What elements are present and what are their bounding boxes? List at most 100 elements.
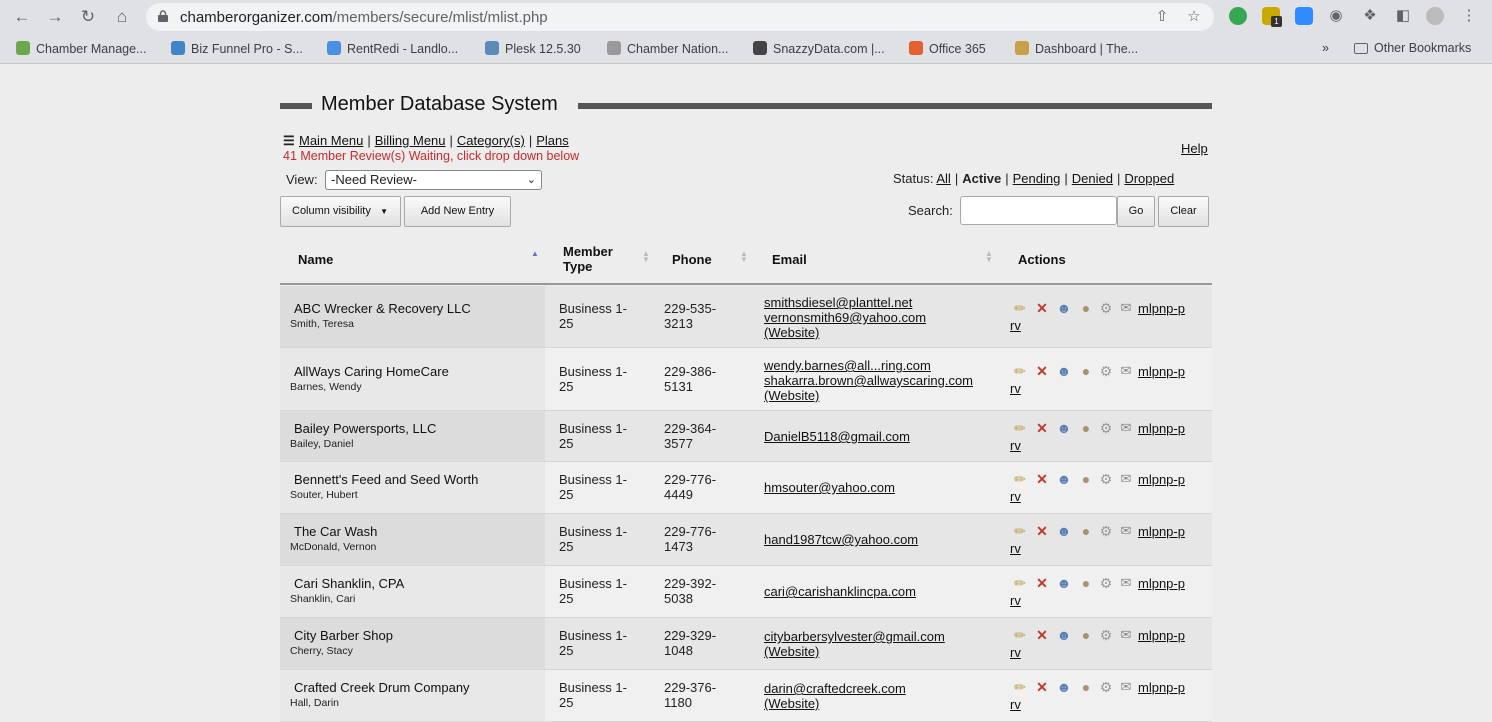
- delete-x-icon[interactable]: ✕: [1034, 679, 1050, 695]
- status-dropped[interactable]: Dropped: [1124, 171, 1174, 186]
- mlpnp-link[interactable]: mlpnp-p: [1138, 680, 1185, 695]
- gear-icon[interactable]: ⚙: [1098, 627, 1114, 643]
- status-all[interactable]: All: [936, 171, 950, 186]
- bookmark-item[interactable]: RentRedi - Landlo...: [327, 41, 458, 56]
- bookmark-star-icon[interactable]: ☆: [1185, 8, 1203, 26]
- rv-link[interactable]: rv: [1010, 541, 1021, 556]
- email-link[interactable]: vernonsmith69@yahoo.com: [764, 310, 926, 325]
- extension-notes-icon[interactable]: 1: [1262, 7, 1282, 27]
- bookmark-item[interactable]: Office 365: [909, 41, 986, 56]
- forward-arrow-icon[interactable]: →: [44, 6, 66, 28]
- nav-main-menu[interactable]: Main Menu: [299, 133, 363, 148]
- coins-icon[interactable]: ●: [1078, 523, 1094, 539]
- pencil-edit-icon[interactable]: ✏: [1012, 575, 1028, 591]
- envelope-icon[interactable]: ✉: [1118, 420, 1134, 436]
- other-bookmarks-folder[interactable]: Other Bookmarks: [1354, 41, 1471, 55]
- user-icon[interactable]: ☻: [1056, 363, 1072, 379]
- website-link[interactable]: (Website): [764, 696, 906, 711]
- add-new-entry-button[interactable]: Add New Entry: [404, 196, 511, 227]
- col-name[interactable]: Name ▲: [280, 235, 545, 283]
- user-icon[interactable]: ☻: [1056, 627, 1072, 643]
- nav-categories[interactable]: Category(s): [457, 133, 525, 148]
- view-select[interactable]: -Need Review- ⌄: [325, 170, 542, 190]
- delete-x-icon[interactable]: ✕: [1034, 575, 1050, 591]
- envelope-icon[interactable]: ✉: [1118, 575, 1134, 591]
- pencil-edit-icon[interactable]: ✏: [1012, 363, 1028, 379]
- user-icon[interactable]: ☻: [1056, 523, 1072, 539]
- delete-x-icon[interactable]: ✕: [1034, 420, 1050, 436]
- mlpnp-link[interactable]: mlpnp-p: [1138, 301, 1185, 316]
- delete-x-icon[interactable]: ✕: [1034, 363, 1050, 379]
- bookmark-item[interactable]: Biz Funnel Pro - S...: [171, 41, 303, 56]
- bookmark-item[interactable]: Plesk 12.5.30: [485, 41, 581, 56]
- pencil-edit-icon[interactable]: ✏: [1012, 679, 1028, 695]
- bookmark-item[interactable]: SnazzyData.com |...: [753, 41, 885, 56]
- coins-icon[interactable]: ●: [1078, 300, 1094, 316]
- envelope-icon[interactable]: ✉: [1118, 363, 1134, 379]
- help-link[interactable]: Help: [1181, 141, 1208, 156]
- rv-link[interactable]: rv: [1010, 489, 1021, 504]
- gear-icon[interactable]: ⚙: [1098, 523, 1114, 539]
- user-icon[interactable]: ☻: [1056, 575, 1072, 591]
- search-input[interactable]: [960, 196, 1117, 225]
- gear-icon[interactable]: ⚙: [1098, 300, 1114, 316]
- website-link[interactable]: (Website): [764, 644, 945, 659]
- envelope-icon[interactable]: ✉: [1118, 523, 1134, 539]
- rv-link[interactable]: rv: [1010, 438, 1021, 453]
- user-icon[interactable]: ☻: [1056, 300, 1072, 316]
- user-icon[interactable]: ☻: [1056, 679, 1072, 695]
- website-link[interactable]: (Website): [764, 388, 973, 403]
- status-active[interactable]: Active: [962, 171, 1001, 186]
- status-pending[interactable]: Pending: [1013, 171, 1061, 186]
- pencil-edit-icon[interactable]: ✏: [1012, 471, 1028, 487]
- share-icon[interactable]: ⇧: [1153, 8, 1171, 26]
- reload-icon[interactable]: ↻: [77, 6, 99, 28]
- status-denied[interactable]: Denied: [1072, 171, 1113, 186]
- mlpnp-link[interactable]: mlpnp-p: [1138, 472, 1185, 487]
- email-link[interactable]: darin@craftedcreek.com: [764, 681, 906, 696]
- gear-icon[interactable]: ⚙: [1098, 575, 1114, 591]
- bookmark-item[interactable]: Chamber Manage...: [16, 41, 146, 56]
- clear-button[interactable]: Clear: [1158, 196, 1209, 227]
- rv-link[interactable]: rv: [1010, 318, 1021, 333]
- gear-icon[interactable]: ⚙: [1098, 420, 1114, 436]
- email-link[interactable]: citybarbersylvester@gmail.com: [764, 629, 945, 644]
- rv-link[interactable]: rv: [1010, 593, 1021, 608]
- envelope-icon[interactable]: ✉: [1118, 471, 1134, 487]
- email-link[interactable]: smithsdiesel@planttel.net: [764, 295, 926, 310]
- bookmark-item[interactable]: Dashboard | The...: [1015, 41, 1138, 56]
- envelope-icon[interactable]: ✉: [1118, 300, 1134, 316]
- coins-icon[interactable]: ●: [1078, 679, 1094, 695]
- delete-x-icon[interactable]: ✕: [1034, 523, 1050, 539]
- coins-icon[interactable]: ●: [1078, 471, 1094, 487]
- delete-x-icon[interactable]: ✕: [1034, 627, 1050, 643]
- envelope-icon[interactable]: ✉: [1118, 679, 1134, 695]
- email-link[interactable]: wendy.barnes@all...ring.com: [764, 358, 973, 373]
- home-icon[interactable]: ⌂: [111, 6, 133, 28]
- pencil-edit-icon[interactable]: ✏: [1012, 300, 1028, 316]
- col-member-type[interactable]: Member Type ▲ ▼: [545, 235, 655, 283]
- pencil-edit-icon[interactable]: ✏: [1012, 627, 1028, 643]
- gear-icon[interactable]: ⚙: [1098, 363, 1114, 379]
- grammarly-icon[interactable]: [1229, 7, 1247, 25]
- email-link[interactable]: shakarra.brown@allwayscaring.com: [764, 373, 973, 388]
- mlpnp-link[interactable]: mlpnp-p: [1138, 364, 1185, 379]
- mlpnp-link[interactable]: mlpnp-p: [1138, 421, 1185, 436]
- email-link[interactable]: hand1987tcw@yahoo.com: [764, 532, 918, 547]
- coins-icon[interactable]: ●: [1078, 420, 1094, 436]
- mlpnp-link[interactable]: mlpnp-p: [1138, 628, 1185, 643]
- mlpnp-link[interactable]: mlpnp-p: [1138, 576, 1185, 591]
- back-arrow-icon[interactable]: ←: [11, 6, 33, 28]
- email-link[interactable]: cari@carishanklincpa.com: [764, 584, 916, 599]
- column-visibility-button[interactable]: Column visibility ▼: [280, 196, 401, 227]
- pencil-edit-icon[interactable]: ✏: [1012, 420, 1028, 436]
- nav-plans[interactable]: Plans: [536, 133, 569, 148]
- gear-icon[interactable]: ⚙: [1098, 471, 1114, 487]
- col-phone[interactable]: Phone ▲ ▼: [655, 235, 755, 283]
- user-icon[interactable]: ☻: [1056, 471, 1072, 487]
- kebab-menu-icon[interactable]: ⋮: [1460, 7, 1478, 25]
- coins-icon[interactable]: ●: [1078, 575, 1094, 591]
- rv-link[interactable]: rv: [1010, 697, 1021, 712]
- camera-icon[interactable]: ◉: [1327, 7, 1345, 25]
- email-link[interactable]: hmsouter@yahoo.com: [764, 480, 895, 495]
